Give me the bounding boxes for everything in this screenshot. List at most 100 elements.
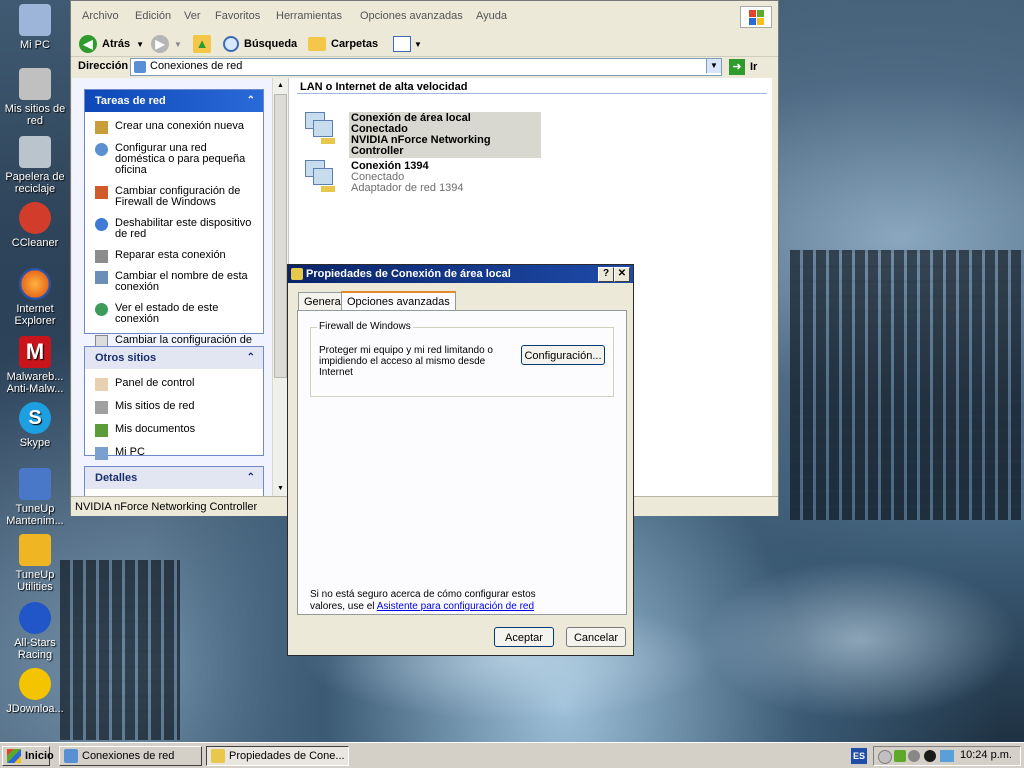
menu-ayuda[interactable]: Ayuda bbox=[476, 10, 507, 22]
tab-content: Firewall de Windows Proteger mi equipo y… bbox=[297, 310, 627, 615]
taskbar-button-propiedades[interactable]: Propiedades de Cone... bbox=[206, 746, 349, 766]
place-my-computer[interactable]: Mi PC bbox=[85, 444, 263, 462]
address-dropdown-icon[interactable]: ▼ bbox=[706, 59, 721, 73]
home-network-icon bbox=[95, 143, 108, 156]
system-tray: 10:24 p.m. bbox=[873, 746, 1021, 766]
place-my-documents[interactable]: Mis documentos bbox=[85, 421, 263, 439]
folders-button[interactable]: Carpetas bbox=[308, 34, 378, 54]
place-network-places[interactable]: Mis sitios de red bbox=[85, 398, 263, 416]
desktop-icon-ccleaner[interactable]: CCleaner bbox=[0, 202, 70, 249]
desktop-icon-network-places[interactable]: Mis sitios de red bbox=[0, 68, 70, 127]
status-icon bbox=[95, 303, 108, 316]
views-icon bbox=[393, 36, 411, 52]
network-places-icon bbox=[19, 68, 51, 100]
search-icon bbox=[223, 36, 239, 52]
ok-button[interactable]: Aceptar bbox=[494, 627, 554, 647]
repair-wrench-icon bbox=[95, 250, 108, 263]
network-wizard-link[interactable]: Asistente para configuración de red bbox=[377, 601, 534, 612]
wallpaper-building-left bbox=[60, 560, 180, 740]
task-pane: Tareas de red ⌃ Crear una conexión nueva… bbox=[72, 78, 289, 496]
start-button[interactable]: Inicio bbox=[2, 746, 54, 766]
search-button[interactable]: Búsqueda bbox=[223, 34, 297, 54]
clock[interactable]: 10:24 p.m. bbox=[960, 749, 1012, 761]
connection-1394-text: Conexión 1394 Conectado Adaptador de red… bbox=[349, 160, 466, 195]
configuration-button[interactable]: Configuración... bbox=[521, 345, 605, 365]
menu-edicion[interactable]: Edición bbox=[135, 10, 171, 22]
my-computer-icon bbox=[95, 447, 108, 460]
address-bar: Dirección Conexiones de red ▼ ➜ Ir bbox=[71, 57, 778, 77]
scroll-up-icon[interactable]: ▲ bbox=[273, 78, 288, 93]
back-arrow-icon: ◀ bbox=[79, 35, 97, 53]
my-documents-icon bbox=[95, 424, 108, 437]
menu-archivo[interactable]: Archivo bbox=[82, 10, 119, 22]
collapse-chevron-icon[interactable]: ⌃ bbox=[247, 347, 255, 369]
wallpaper-building bbox=[790, 250, 1024, 520]
taskbar-button-conexiones-de-red[interactable]: Conexiones de red bbox=[59, 746, 202, 766]
desktop-icon-malwarebytes[interactable]: M Malwareb... Anti-Malw... bbox=[0, 336, 70, 395]
network-tray-icon[interactable] bbox=[940, 750, 954, 762]
collapse-chevron-icon[interactable]: ⌃ bbox=[247, 90, 255, 112]
section-divider bbox=[297, 93, 767, 94]
menu-herramientas[interactable]: Herramientas bbox=[276, 10, 342, 22]
desktop-icon-recycle-bin[interactable]: Papelera de reciclaje bbox=[0, 136, 70, 195]
desktop-icon-tuneup-maintenance[interactable]: TuneUp Mantenim... bbox=[0, 468, 70, 527]
new-connection-icon bbox=[95, 121, 108, 134]
language-indicator[interactable]: ES bbox=[851, 748, 867, 764]
desktop-icon-jdownloader[interactable]: JDownloa... bbox=[0, 668, 70, 715]
help-button[interactable]: ? bbox=[598, 267, 614, 282]
task-disable-device[interactable]: Deshabilitar este dispositivo de red bbox=[85, 215, 263, 243]
firefox-icon bbox=[19, 268, 51, 300]
task-rename-connection[interactable]: Cambiar el nombre de esta conexión bbox=[85, 268, 263, 296]
scroll-down-icon[interactable]: ▼ bbox=[273, 481, 288, 496]
up-folder-button[interactable]: ▲ bbox=[193, 34, 211, 54]
menu-favoritos[interactable]: Favoritos bbox=[215, 10, 260, 22]
dialog-title-bar[interactable]: Propiedades de Conexión de área local ? … bbox=[288, 265, 633, 283]
wizard-hint: Si no está seguro acerca de cómo configu… bbox=[310, 589, 536, 612]
cancel-button[interactable]: Cancelar bbox=[566, 627, 626, 647]
other-places-header[interactable]: Otros sitios ⌃ bbox=[85, 347, 263, 369]
desktop-icon-mi-pc[interactable]: Mi PC bbox=[0, 4, 70, 51]
desktop-icon-internet-explorer[interactable]: Internet Explorer bbox=[0, 268, 70, 327]
ccleaner-icon bbox=[19, 202, 51, 234]
tray-icon-1[interactable] bbox=[894, 750, 906, 762]
connection-item-lan[interactable]: Conexión de área local Conectado NVIDIA … bbox=[301, 110, 541, 158]
dialog-title: Propiedades de Conexión de área local bbox=[306, 268, 511, 280]
collapse-chevron-icon[interactable]: ⌃ bbox=[247, 467, 255, 489]
folders-icon bbox=[308, 37, 326, 51]
place-control-panel[interactable]: Panel de control bbox=[85, 375, 263, 393]
network-tasks-header[interactable]: Tareas de red ⌃ bbox=[85, 90, 263, 112]
close-button[interactable]: ✕ bbox=[614, 267, 630, 282]
windows-logo-icon bbox=[740, 6, 772, 28]
back-button[interactable]: ◀ Atrás ▼ bbox=[79, 34, 144, 54]
views-button[interactable]: ▼ bbox=[393, 34, 422, 54]
desktop-icon-all-stars-racing[interactable]: All-Stars Racing bbox=[0, 602, 70, 661]
go-button[interactable]: ➜ Ir bbox=[729, 58, 757, 76]
task-create-connection[interactable]: Crear una conexión nueva bbox=[85, 118, 263, 135]
other-places-panel: Otros sitios ⌃ Panel de control Mis siti… bbox=[84, 346, 264, 460]
desktop-icon-skype[interactable]: S Skype bbox=[0, 402, 70, 449]
task-pane-scrollbar[interactable]: ▲ ▼ bbox=[272, 78, 288, 496]
dropdown-arrow-icon: ▼ bbox=[414, 39, 422, 49]
task-repair-connection[interactable]: Reparar esta conexión bbox=[85, 247, 263, 264]
network-connection-icon bbox=[211, 749, 225, 763]
menu-ver[interactable]: Ver bbox=[184, 10, 201, 22]
section-title: LAN o Internet de alta velocidad bbox=[300, 81, 468, 93]
tray-icon-2[interactable] bbox=[908, 750, 920, 762]
menu-opciones-avanzadas[interactable]: Opciones avanzadas bbox=[360, 10, 463, 22]
my-computer-icon bbox=[19, 4, 51, 36]
desktop-icon-tuneup-utilities[interactable]: TuneUp Utilities bbox=[0, 534, 70, 593]
control-panel-icon bbox=[95, 378, 108, 391]
tray-expand-icon[interactable] bbox=[878, 750, 892, 764]
scroll-thumb[interactable] bbox=[274, 94, 287, 378]
task-view-status[interactable]: Ver el estado de este conexión bbox=[85, 300, 263, 328]
up-folder-icon: ▲ bbox=[193, 35, 211, 53]
task-firewall-settings[interactable]: Cambiar configuración de Firewall de Win… bbox=[85, 183, 263, 211]
forward-button[interactable]: ▶ ▼ bbox=[151, 34, 182, 54]
tray-icon-3[interactable] bbox=[924, 750, 936, 762]
network-connections-icon bbox=[134, 61, 146, 73]
details-header[interactable]: Detalles ⌃ bbox=[85, 467, 263, 489]
connection-item-1394[interactable]: Conexión 1394 Conectado Adaptador de red… bbox=[301, 158, 541, 198]
task-home-network[interactable]: Configurar una red doméstica o para pequ… bbox=[85, 140, 263, 179]
network-connections-icon bbox=[64, 749, 78, 763]
address-input[interactable]: Conexiones de red ▼ bbox=[130, 58, 722, 76]
